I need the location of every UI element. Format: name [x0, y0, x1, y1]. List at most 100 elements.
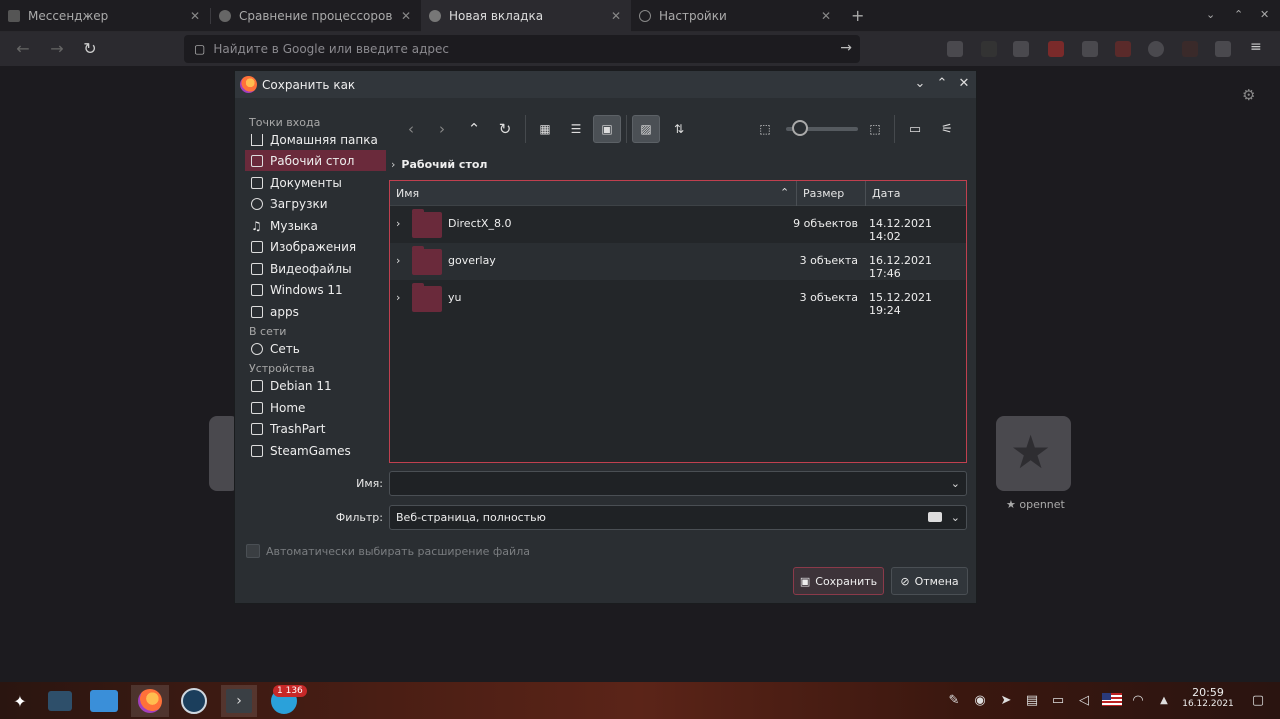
- battery-icon[interactable]: ▭: [1050, 693, 1066, 709]
- sidebar-item-documents[interactable]: Документы: [245, 172, 386, 193]
- breadcrumb[interactable]: › Рабочий стол: [391, 158, 487, 171]
- minimize-icon[interactable]: ⌄: [1206, 8, 1215, 21]
- sidebar-item-home[interactable]: Домашняя папка: [245, 129, 386, 150]
- expand-icon[interactable]: ›: [396, 291, 400, 304]
- steam-icon[interactable]: [178, 685, 210, 717]
- tray-expand-icon[interactable]: ▲: [1156, 693, 1172, 709]
- firefox-icon[interactable]: [131, 685, 169, 717]
- file-list[interactable]: Имя ⌃ Размер Дата › DirectX_8.0 9 объект…: [389, 180, 967, 463]
- sidebar-item-home-drive[interactable]: Home: [245, 397, 386, 418]
- tab-new-tab[interactable]: Новая вкладка ✕: [421, 0, 631, 32]
- tab-messenger[interactable]: Мессенджер ✕: [0, 0, 210, 32]
- show-desktop-icon[interactable]: ▢: [1250, 693, 1266, 709]
- sidebar-item-music[interactable]: ♫ Музыка: [245, 215, 386, 236]
- column-date[interactable]: Дата: [866, 181, 966, 206]
- column-name[interactable]: Имя: [390, 181, 796, 206]
- auto-extension-checkbox[interactable]: [246, 544, 260, 558]
- sidebar-item-videos[interactable]: Видеофайлы: [245, 258, 386, 279]
- sidebar-item-steamgames[interactable]: SteamGames: [245, 440, 386, 461]
- extension-icon[interactable]: [1115, 41, 1131, 57]
- sidebar-item-pictures[interactable]: Изображения: [245, 236, 386, 257]
- parent-folder-icon[interactable]: ⌃: [460, 115, 488, 143]
- extension-icon[interactable]: [981, 41, 997, 57]
- close-icon[interactable]: ✕: [190, 9, 200, 23]
- maximize-icon[interactable]: ⌃: [1234, 8, 1243, 21]
- chevron-down-icon[interactable]: ⌄: [951, 472, 960, 495]
- column-size[interactable]: Размер: [797, 181, 865, 206]
- options-icon[interactable]: ⚟: [933, 115, 961, 143]
- preview-icon[interactable]: ▨: [632, 115, 660, 143]
- go-arrow-icon[interactable]: →: [840, 40, 852, 56]
- sidebar-item-debian[interactable]: Debian 11: [245, 375, 386, 396]
- filename-input[interactable]: ⌄: [389, 471, 967, 496]
- maximize-icon[interactable]: ⌃: [934, 76, 950, 92]
- wifi-icon[interactable]: ◠: [1130, 693, 1146, 709]
- sidebar-item-desktop[interactable]: Рабочий стол: [245, 150, 386, 171]
- clear-icon[interactable]: [928, 512, 942, 522]
- zoom-slider-handle[interactable]: [792, 120, 808, 136]
- zoom-out-icon[interactable]: ⬚: [751, 115, 779, 143]
- file-row[interactable]: › goverlay 3 объекта 16.12.2021 17:46: [390, 243, 966, 280]
- address-bar[interactable]: ▢ Найдите в Google или введите адрес →: [184, 35, 860, 63]
- minimize-icon[interactable]: ⌄: [912, 76, 928, 92]
- close-icon[interactable]: ✕: [611, 9, 621, 23]
- keyboard-layout-flag-icon[interactable]: [1102, 693, 1122, 709]
- close-icon[interactable]: ✕: [956, 76, 972, 92]
- reload-icon[interactable]: ↻: [81, 40, 99, 58]
- shield-icon[interactable]: [1013, 41, 1029, 57]
- extension-nl-icon[interactable]: [1048, 41, 1064, 57]
- volume-muted-icon[interactable]: ◁: [1076, 693, 1092, 709]
- new-tab-button[interactable]: +: [851, 6, 864, 25]
- name-label: Имя:: [356, 477, 383, 490]
- back-icon[interactable]: ‹: [397, 115, 425, 143]
- save-button[interactable]: ▣ Сохранить: [793, 567, 884, 595]
- back-icon[interactable]: ←: [14, 40, 32, 58]
- terminal-icon[interactable]: ›: [221, 685, 257, 717]
- clock[interactable]: 20:59 16.12.2021: [1176, 686, 1240, 709]
- sort-icon[interactable]: ⇅: [665, 115, 693, 143]
- filter-select[interactable]: Веб-страница, полностью ⌄: [389, 505, 967, 530]
- expand-icon[interactable]: ›: [396, 217, 400, 230]
- settings-icon[interactable]: [44, 685, 76, 717]
- new-folder-icon[interactable]: ▭: [901, 115, 929, 143]
- expand-icon[interactable]: ›: [396, 254, 400, 267]
- app-launcher-icon[interactable]: ✦: [4, 685, 36, 717]
- extension-icon[interactable]: [1182, 41, 1198, 57]
- pocket-icon[interactable]: [947, 41, 963, 57]
- pictures-icon: [251, 240, 263, 253]
- tab-settings[interactable]: Настройки ✕: [631, 0, 841, 32]
- feather-icon[interactable]: ✎: [946, 693, 962, 709]
- zoom-in-icon[interactable]: ⬚: [861, 115, 889, 143]
- close-icon[interactable]: ✕: [401, 9, 411, 23]
- close-icon[interactable]: ✕: [821, 9, 831, 23]
- folder-icon: [412, 283, 442, 312]
- chevron-down-icon[interactable]: ⌄: [951, 506, 960, 529]
- icons-view-icon[interactable]: ▦: [531, 115, 559, 143]
- speed-dial-tile-opennet[interactable]: ★: [996, 416, 1071, 491]
- menu-icon[interactable]: ≡: [1250, 39, 1262, 55]
- extension-icon[interactable]: [1082, 41, 1098, 57]
- tab-cpu-compare[interactable]: Сравнение процессоров ✕: [211, 0, 421, 32]
- close-window-icon[interactable]: ✕: [1260, 8, 1269, 21]
- sidebar-item-downloads[interactable]: Загрузки: [245, 193, 386, 214]
- file-manager-icon[interactable]: [88, 685, 120, 717]
- account-icon[interactable]: [1148, 41, 1164, 57]
- extensions-puzzle-icon[interactable]: [1215, 41, 1231, 57]
- sidebar-item-trashpart[interactable]: TrashPart: [245, 418, 386, 439]
- cancel-button[interactable]: ⊘ Отмена: [891, 567, 968, 595]
- sidebar-item-apps[interactable]: apps: [245, 301, 386, 322]
- compact-view-icon[interactable]: ☰: [562, 115, 590, 143]
- gear-icon[interactable]: ⚙: [1242, 86, 1255, 104]
- detailed-tree-view-icon[interactable]: ▣: [593, 115, 621, 143]
- clipboard-icon[interactable]: ▤: [1024, 693, 1040, 709]
- file-row[interactable]: › DirectX_8.0 9 объектов 14.12.2021 14:0…: [390, 206, 966, 243]
- sidebar-item-windows11[interactable]: Windows 11: [245, 279, 386, 300]
- file-row[interactable]: › yu 3 объекта 15.12.2021 19:24: [390, 280, 966, 317]
- sidebar-item-network[interactable]: Сеть: [245, 338, 386, 359]
- telegram-tray-icon[interactable]: ➤: [998, 693, 1014, 709]
- steam-tray-icon[interactable]: ◉: [972, 693, 988, 709]
- reload-icon[interactable]: ↻: [491, 115, 519, 143]
- forward-icon[interactable]: ›: [428, 115, 456, 143]
- vivaldi-icon: [429, 10, 441, 22]
- forward-icon[interactable]: →: [48, 40, 66, 58]
